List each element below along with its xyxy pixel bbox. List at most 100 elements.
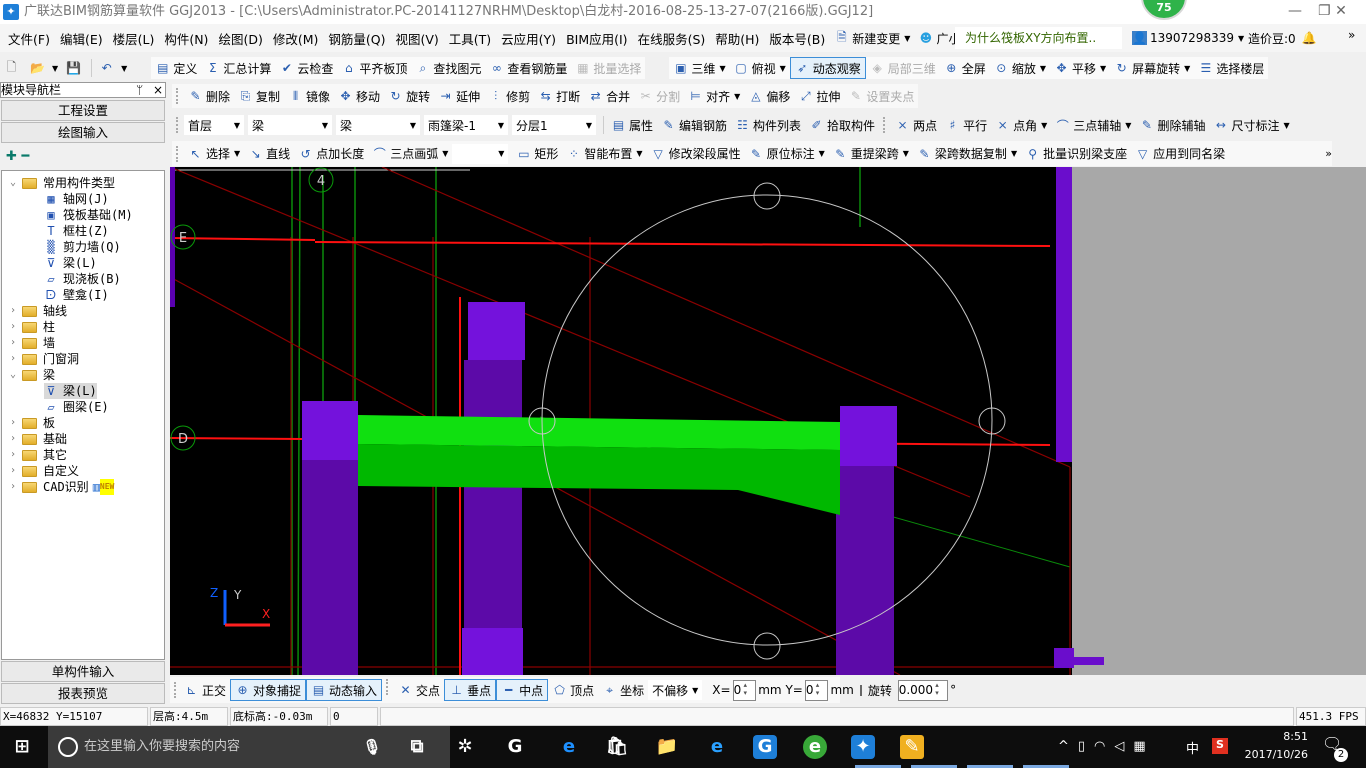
chevron-down-icon[interactable]: ▼ [636,149,642,158]
expand-arrow-icon[interactable]: › [10,415,22,431]
chevron-down-icon[interactable]: ▼ [1100,64,1106,73]
toolbar-view-button[interactable]: ▢ 俯视 ▼ [730,57,790,79]
menu-item[interactable]: 绘图(D) [213,29,267,48]
menu-item[interactable]: 云应用(Y) [496,29,561,48]
toolbar-draw2-button[interactable]: ▽ 修改梁段属性 [647,143,745,165]
toolbar-edit-button[interactable]: ✥ 移动 [334,85,384,107]
chevron-down-icon[interactable]: ▼ [234,149,240,158]
menu-item[interactable]: 文件(F) [3,29,55,48]
open-file-button[interactable]: 📂 ▼ [26,57,62,79]
expand-arrow-icon[interactable]: › [10,431,22,447]
toolbar-comp-button[interactable]: ▤ 属性 [607,114,657,136]
chevron-down-icon[interactable]: ▼ [819,149,825,158]
toolbar-edit-button[interactable]: ⫴ 镜像 [284,85,334,107]
tree-group[interactable]: › 门窗洞 [10,351,79,367]
chevron-down-icon[interactable]: ▼ [903,149,909,158]
new-change-button[interactable]: 🗎 新建变更 ▼ [830,27,914,49]
toolbar-main-button[interactable]: Σ 汇总计算 [201,57,275,79]
menu-item[interactable]: 工具(T) [444,29,496,48]
toolbar-comp-button[interactable]: ✎ 编辑钢筋 [657,114,731,136]
undo-button[interactable]: ↶ ▼ [95,57,131,79]
toolbar-edit-button[interactable]: ✎ 设置夹点 [844,85,918,107]
tree-item[interactable]: ⊽ 梁(L) [44,383,97,399]
snap-toggle[interactable]: ✕ 交点 [394,679,444,701]
app-icon-g[interactable]: G [503,735,527,759]
close-icon[interactable]: × [153,83,163,97]
floor-component-select[interactable]: 首层 ▼ [184,115,244,135]
ggj-app-icon[interactable]: ✦ [851,735,875,759]
microphone-icon[interactable]: 🎙 [360,735,384,759]
expand-arrow-icon[interactable]: › [10,351,22,367]
chevron-down-icon[interactable]: ▼ [1125,121,1131,130]
edge-browser-icon[interactable]: e [557,735,581,759]
toolbar-overflow-button[interactable]: » [1325,147,1332,160]
menu-item[interactable]: 在线服务(S) [633,29,711,48]
snap-toggle[interactable]: ▤ 动态输入 [306,679,383,701]
snap-toggle[interactable]: ⌖ 坐标 [598,679,648,701]
snap-toggle[interactable]: ━ 中点 [496,679,549,701]
task-view-icon[interactable]: ⧉ [405,735,429,759]
glodon-g-icon[interactable]: G [753,735,777,759]
toolbar-view-button[interactable]: ✥ 平移 ▼ [1050,57,1110,79]
expand-arrow-icon[interactable]: › [10,335,22,351]
tree-group[interactable]: › 墙 [10,335,55,351]
toolbar-edit-button[interactable]: ⇥ 延伸 [434,85,484,107]
expand-all-icon[interactable]: ✚ [6,149,17,164]
clock-date[interactable]: 2017/10/26 [1240,748,1308,761]
tree-item[interactable]: ᗠ 壁龛(I) [44,287,109,303]
floor-component-select[interactable]: 分层1 ▼ [512,115,596,135]
menu-item[interactable]: 钢筋量(Q) [323,29,390,48]
tree-item[interactable]: T 框柱(Z) [44,223,108,239]
tree-group[interactable]: › 基础 [10,431,67,447]
taskbar-search-box[interactable]: 在这里输入你要搜索的内容 [48,726,450,768]
tree-group[interactable]: › CAD识别 ▥ NEW [10,479,115,495]
snap-toggle[interactable]: ⊥ 垂点 [444,679,497,701]
expand-arrow-icon[interactable]: › [10,303,22,319]
toolbar-main-button[interactable]: ▦ 批量选择 [571,57,645,79]
floor-component-select[interactable]: 雨篷梁-1 ▼ [424,115,508,135]
menu-item[interactable]: 版本号(B) [764,29,830,48]
toolbar-view-button[interactable]: ▣ 三维 ▼ [669,57,729,79]
chevron-down-icon[interactable]: ▼ [1184,64,1190,73]
clock-time[interactable]: 8:51 [1240,730,1308,743]
tree-group-beam[interactable]: ⌄ 梁 [10,367,55,383]
new-file-button[interactable]: 🗋 [0,57,26,79]
toolbar-draw2-button[interactable]: ▭ 矩形 [512,143,562,165]
tree-item[interactable]: ▣ 筏板基础(M) [44,207,132,223]
ime-indicator[interactable]: 中 [1186,738,1199,757]
notes-app-icon[interactable]: ✎ [900,735,924,759]
tree-item[interactable]: ▦ 轴网(J) [44,191,108,207]
toolbar-view-button[interactable]: ↻ 屏幕旋转 ▼ [1110,57,1194,79]
y-input[interactable]: 0 [804,679,829,701]
toolbar-view-button[interactable]: ⊕ 全屏 [940,57,990,79]
collapse-all-icon[interactable]: ━ [21,149,29,164]
expand-arrow-icon[interactable]: › [10,319,22,335]
menu-item[interactable]: BIM应用(I) [561,29,633,48]
tree-group[interactable]: › 柱 [10,319,55,335]
collapse-arrow-icon[interactable]: ⌄ [10,175,22,191]
tip-link[interactable]: 为什么筏板XY方向布置.. [955,27,1122,49]
toolbar-main-button[interactable]: ⌂ 平齐板顶 [337,57,411,79]
save-button[interactable]: 💾 [62,57,88,79]
tree-item[interactable]: ⊽ 梁(L) [44,255,97,271]
tree-group[interactable]: › 板 [10,415,55,431]
tree-group[interactable]: › 轴线 [10,303,67,319]
menu-item[interactable]: 楼层(L) [108,29,160,48]
toolbar-draw2-button[interactable]: ✎ 重提梁跨 ▼ [829,143,913,165]
menu-item[interactable]: 构件(N) [159,29,213,48]
cortana-icon[interactable] [58,737,78,757]
toolbar-edit-button[interactable]: ⇄ 合并 [584,85,634,107]
green-e-icon[interactable]: e [803,735,827,759]
toolbar-main-button[interactable]: ∞ 查看钢筋量 [485,57,571,79]
toolbar-draw2-button[interactable]: ⚲ 批量识别梁支座 [1021,143,1131,165]
toolbar-edit-button[interactable]: ◬ 偏移 [744,85,794,107]
toolbar-draw2-button[interactable]: ⁘ 智能布置 ▼ [562,143,646,165]
expand-arrow-icon[interactable]: › [10,447,22,463]
toolbar-comp-button[interactable]: ✐ 拾取构件 [805,114,879,136]
system-tray-icons[interactable]: ^▯◠◁▦ [1058,739,1155,754]
collapse-arrow-icon[interactable]: ⌄ [10,367,22,383]
toolbar-draw-button[interactable]: ↘ 直线 [244,143,294,165]
expand-arrow-icon[interactable]: › [10,463,22,479]
single-component-input-button[interactable]: 单构件输入 [1,661,165,682]
chevron-down-icon[interactable]: ▼ [442,149,448,158]
